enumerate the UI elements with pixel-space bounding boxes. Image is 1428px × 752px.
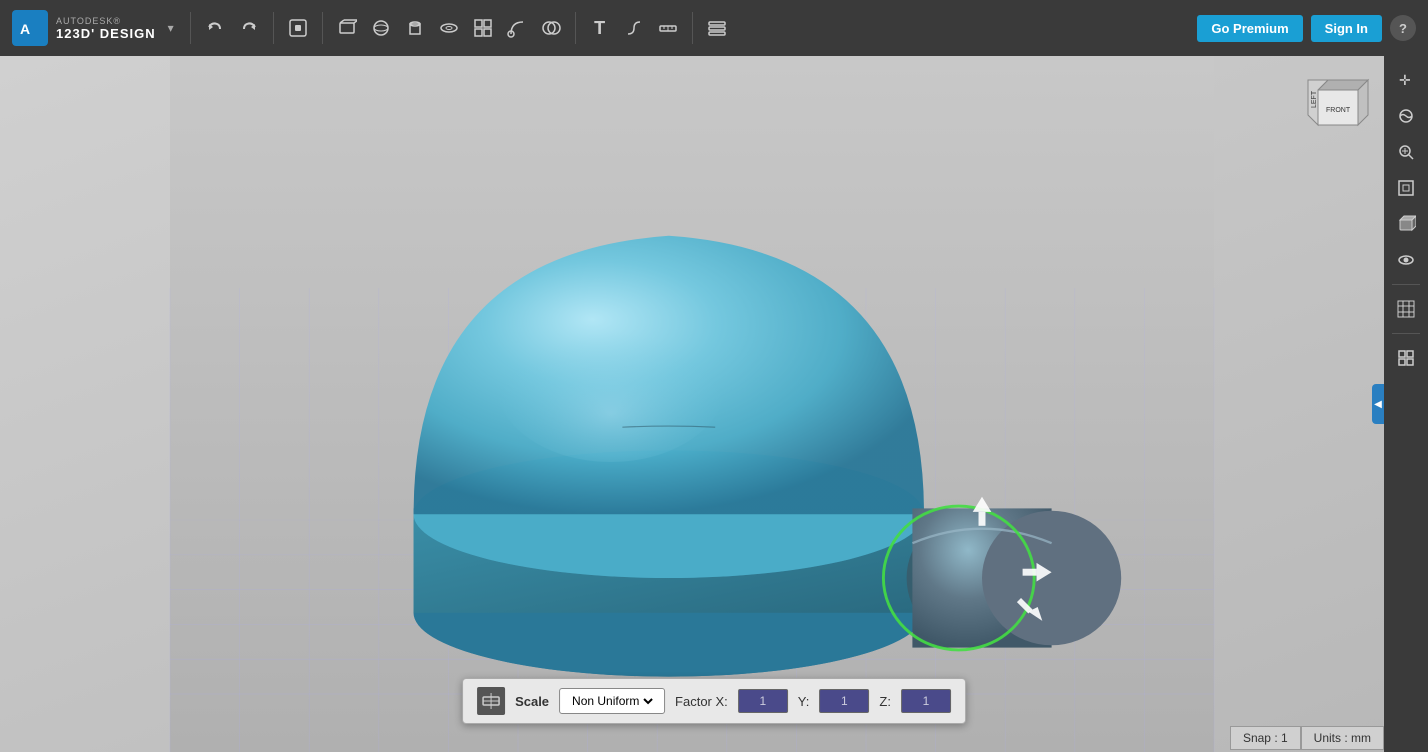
factor-z-input[interactable]	[901, 689, 951, 713]
scale-mode-dropdown[interactable]: Uniform Non Uniform	[559, 688, 665, 714]
cube-navigator[interactable]: LEFT FRONT	[1298, 70, 1378, 150]
logo-product-label: 123D' DESIGN	[56, 26, 156, 41]
layers-tool-group	[697, 12, 737, 44]
svg-text:FRONT: FRONT	[1326, 107, 1351, 114]
right-divider-2	[1392, 333, 1420, 334]
fillet-tool-button[interactable]	[618, 12, 650, 44]
scale-icon	[477, 687, 505, 715]
transform-tools-group	[278, 12, 318, 44]
right-panel: ◀ ✛	[1384, 56, 1428, 752]
group-tool-button[interactable]	[467, 12, 499, 44]
logo-dropdown-arrow[interactable]: ▾	[168, 21, 174, 35]
sketch-tools-group	[327, 12, 571, 44]
svg-text:✛: ✛	[1399, 72, 1411, 88]
text-tool-button[interactable]: T	[584, 12, 616, 44]
3d-scene	[0, 56, 1384, 752]
torus-tool-button[interactable]	[433, 12, 465, 44]
factor-x-input[interactable]	[738, 689, 788, 713]
factor-y-input[interactable]	[819, 689, 869, 713]
orbit-button[interactable]	[1390, 100, 1422, 132]
sweep-tool-button[interactable]	[501, 12, 533, 44]
right-panel-tab[interactable]: ◀	[1372, 384, 1384, 424]
redo-button[interactable]	[233, 12, 265, 44]
go-premium-button[interactable]: Go Premium	[1197, 15, 1302, 42]
sign-in-button[interactable]: Sign In	[1311, 15, 1382, 42]
divider-5	[692, 12, 693, 44]
cylinder-tool-button[interactable]	[399, 12, 431, 44]
logo-area: A AUTODESK® 123D' DESIGN ▾	[0, 10, 186, 46]
units-status[interactable]: Units : mm	[1301, 726, 1384, 750]
svg-text:LEFT: LEFT	[1311, 90, 1318, 108]
factor-x-label: Factor X:	[675, 694, 728, 709]
divider-3	[322, 12, 323, 44]
snap-button[interactable]	[1390, 342, 1422, 374]
ruler-tool-button[interactable]	[652, 12, 684, 44]
right-buttons-group: Go Premium Sign In ?	[1197, 15, 1428, 42]
zoom-button[interactable]	[1390, 136, 1422, 168]
fit-view-button[interactable]	[1390, 172, 1422, 204]
divider-2	[273, 12, 274, 44]
snap-status[interactable]: Snap : 1	[1230, 726, 1301, 750]
main-toolbar: A AUTODESK® 123D' DESIGN ▾	[0, 0, 1428, 56]
divider-4	[575, 12, 576, 44]
undo-redo-group	[195, 12, 269, 44]
select-tool-button[interactable]	[282, 12, 314, 44]
grid-button[interactable]	[1390, 293, 1422, 325]
box-tool-button[interactable]	[331, 12, 363, 44]
factor-y-label: Y:	[798, 694, 810, 709]
scale-label: Scale	[515, 694, 549, 709]
logo-text: AUTODESK® 123D' DESIGN	[56, 16, 156, 41]
scale-panel: Scale Uniform Non Uniform Factor X: Y: Z…	[462, 678, 966, 724]
status-bar: Snap : 1 Units : mm	[1230, 724, 1384, 752]
3d-viewport[interactable]	[0, 56, 1384, 752]
cube-nav-svg: LEFT FRONT	[1298, 70, 1378, 150]
scale-mode-select[interactable]: Uniform Non Uniform	[568, 693, 656, 709]
svg-text:A: A	[20, 21, 30, 37]
pan-button[interactable]: ✛	[1390, 64, 1422, 96]
logo-icon: A	[12, 10, 48, 46]
factor-z-label: Z:	[879, 694, 891, 709]
construct-tools-group: T	[580, 12, 688, 44]
layers-button[interactable]	[701, 12, 733, 44]
eye-button[interactable]	[1390, 244, 1422, 276]
logo-autodesk-label: AUTODESK®	[56, 16, 156, 26]
undo-button[interactable]	[199, 12, 231, 44]
boolean-tool-button[interactable]	[535, 12, 567, 44]
right-divider	[1392, 284, 1420, 285]
divider-1	[190, 12, 191, 44]
help-button[interactable]: ?	[1390, 15, 1416, 41]
sphere-tool-button[interactable]	[365, 12, 397, 44]
solid-view-button[interactable]	[1390, 208, 1422, 240]
